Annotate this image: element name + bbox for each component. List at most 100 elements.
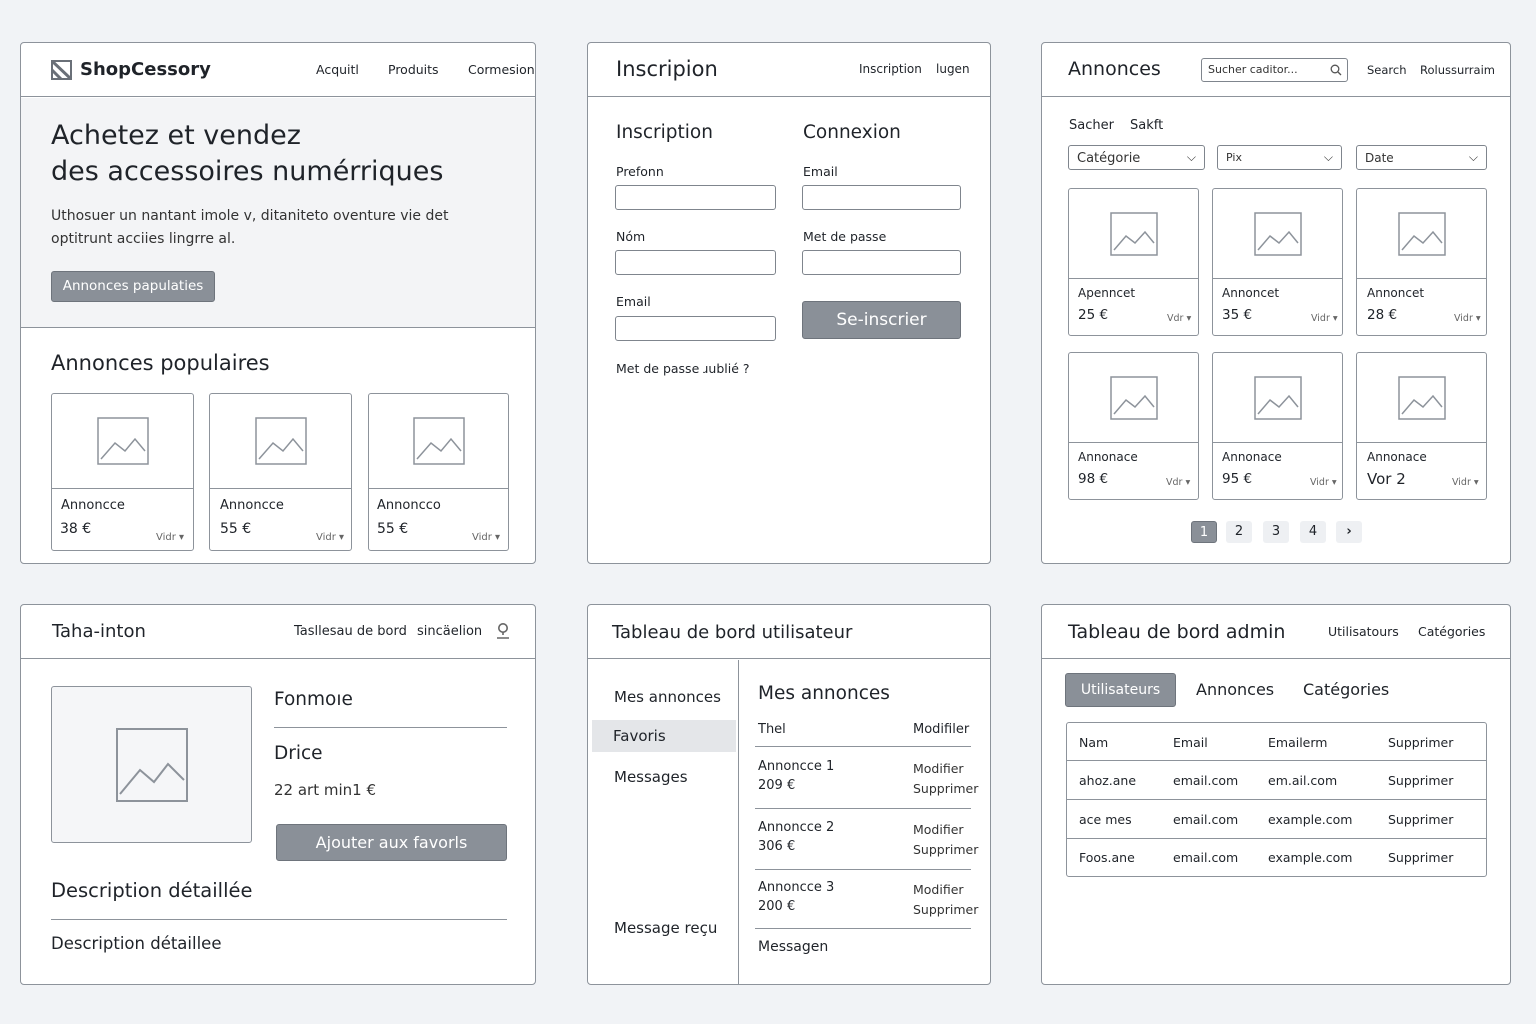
edit-link[interactable]: Modifier — [913, 822, 964, 837]
description-title: Description détaillée — [51, 879, 253, 902]
edit-link[interactable]: Modifier — [913, 882, 964, 897]
users-table: Nam Email Emailerm Supprimer ahoz.ane em… — [1066, 722, 1487, 877]
card-more-link[interactable]: Vdr ▾ — [1167, 313, 1191, 324]
tab-categories[interactable]: Catégories — [1303, 680, 1389, 699]
nav-link-dashboard[interactable]: Tasllesau de bord — [294, 624, 407, 639]
nav-link-rolussurraim[interactable]: Rolussurraim — [1420, 63, 1495, 77]
page-1-button[interactable]: 1 — [1191, 521, 1217, 543]
page-3-button[interactable]: 3 — [1263, 521, 1289, 543]
nav-link-categories[interactable]: Catégories — [1418, 624, 1485, 639]
tab-utilisateurs[interactable]: Utilisateurs — [1065, 673, 1176, 707]
caret-down-icon: ▾ — [1332, 313, 1338, 324]
listing-row-2[interactable]: Annoncce 2 306 € Modifier Supprimer — [758, 820, 978, 865]
delete-user-link[interactable]: Supprimer — [1388, 850, 1453, 865]
user-icon[interactable] — [495, 622, 511, 640]
search-icon[interactable] — [1330, 64, 1342, 76]
sidebar-item-favoris[interactable]: Favoris — [592, 720, 736, 752]
messages-footer[interactable]: Messagen — [758, 939, 828, 955]
table-row: Foos.ane email.com example.com Supprimer — [1067, 839, 1486, 876]
delete-user-link[interactable]: Supprimer — [1388, 773, 1453, 788]
filter-price-select[interactable]: Pix ⌵ — [1217, 145, 1342, 170]
card-title: Annoncce — [61, 498, 125, 513]
card-more-link[interactable]: Vidr ▾ — [1452, 477, 1479, 488]
card-more-link[interactable]: Vidr ▾ — [472, 532, 500, 543]
image-placeholder-icon — [1109, 211, 1158, 256]
page-4-button[interactable]: 4 — [1300, 521, 1326, 543]
card-more-text: Vidr — [1452, 477, 1471, 488]
nav-link-login[interactable]: lugen — [936, 62, 970, 76]
listing-card-3[interactable]: Annoncet 28 € Vidr ▾ — [1356, 188, 1487, 336]
listings-header-title: Annonces — [1068, 58, 1161, 80]
card-more-link[interactable]: Vidr ▾ — [316, 532, 344, 543]
field-label-nom: Nóm — [616, 229, 646, 244]
add-to-favorites-button[interactable]: Ajouter aux favorls — [276, 824, 507, 861]
sidebar-item-messages[interactable]: Messages — [614, 768, 688, 786]
nav-link-inscription[interactable]: Inscription — [859, 62, 922, 76]
listing-card-4[interactable]: Annonace 98 € Vdr ▾ — [1068, 352, 1199, 500]
login-email-input[interactable] — [802, 185, 961, 210]
tab-sakft[interactable]: Sakft — [1130, 118, 1163, 133]
nav-link-cormesion[interactable]: Cormesion — [468, 62, 535, 77]
delete-user-link[interactable]: Supprimer — [1388, 812, 1453, 827]
caret-down-icon: ▾ — [1475, 313, 1481, 324]
card-more-link[interactable]: Vidr ▾ — [1454, 313, 1481, 324]
card-more-text: Vidr — [1454, 313, 1473, 324]
nav-link-produits[interactable]: Produits — [388, 62, 439, 77]
listing-card-5[interactable]: Annonace 95 € Vidr ▾ — [1212, 352, 1343, 500]
home-card-3[interactable]: Annoncco 55 € Vidr ▾ — [368, 393, 509, 551]
hero-button[interactable]: Annonces papulaties — [51, 271, 215, 302]
sidebar-item-message-recu[interactable]: Message reçu — [614, 919, 717, 937]
next-page-chevron-icon[interactable]: › — [1336, 521, 1362, 543]
page-2-button[interactable]: 2 — [1226, 521, 1252, 543]
forgot-password-link[interactable]: Met de passe ɹublié ? — [616, 361, 750, 376]
login-password-input[interactable] — [802, 250, 961, 275]
listing-row-3[interactable]: Annoncce 3 200 € Modifier Supprimer — [758, 880, 978, 925]
field-label-prefonn: Prefonn — [616, 164, 664, 179]
delete-link[interactable]: Supprimer — [913, 902, 978, 917]
search-input[interactable]: Sucher caditor... — [1201, 58, 1348, 82]
listing-row-1[interactable]: Annoncce 1 209 € Modifier Supprimer — [758, 759, 978, 804]
tab-annonces[interactable]: Annonces — [1196, 680, 1274, 699]
chevron-down-icon: ⌵ — [1323, 150, 1333, 164]
card-more-link[interactable]: Vidr ▾ — [1311, 313, 1338, 324]
tab-sacher[interactable]: Sacher — [1069, 118, 1114, 133]
listing-card-1[interactable]: Apenncet 25 € Vdr ▾ — [1068, 188, 1199, 336]
card-more-link[interactable]: Vdr ▾ — [1166, 477, 1190, 488]
nav-link-acquitl[interactable]: Acquitl — [316, 62, 359, 77]
nav-link-search[interactable]: Search — [1367, 63, 1407, 77]
prefonn-input[interactable] — [615, 185, 776, 210]
listing-card-6[interactable]: Annonace Vor 2 Vidr ▾ — [1356, 352, 1487, 500]
listing-card-2[interactable]: Annoncet 35 € Vidr ▾ — [1212, 188, 1343, 336]
caret-down-icon: ▾ — [1331, 477, 1337, 488]
image-placeholder-icon — [1397, 211, 1446, 256]
divider — [274, 727, 507, 729]
delete-link[interactable]: Supprimer — [913, 842, 978, 857]
nom-input[interactable] — [615, 250, 776, 275]
sidebar-item-mes-annonces[interactable]: Mes annonces — [614, 688, 721, 706]
cell-email: email.com — [1173, 850, 1239, 865]
home-header: ShopCessory Acquitl Produits Cormesion — [21, 43, 535, 97]
hero-title-line-2: des accessoires numérriques — [51, 156, 444, 187]
delete-link[interactable]: Supprimer — [913, 781, 978, 796]
filter-date-select[interactable]: Date ⌵ — [1356, 145, 1487, 170]
filter-category-select[interactable]: Catégorie ⌵ — [1068, 145, 1205, 170]
nav-link-utilisatours[interactable]: Utilisatours — [1328, 624, 1399, 639]
nav-link-sincaelion[interactable]: sincäelion — [417, 624, 482, 639]
table-row: ahoz.ane email.com em.ail.com Supprimer — [1067, 761, 1486, 800]
submit-register-button[interactable]: Se-inscrier — [802, 301, 961, 339]
home-card-1[interactable]: Annoncce 38 € Vidr ▾ — [51, 393, 194, 551]
image-placeholder-icon — [96, 417, 149, 465]
register-email-input[interactable] — [615, 316, 776, 341]
price-label: Drice — [274, 743, 323, 764]
image-placeholder-icon — [116, 728, 188, 802]
card-image — [1357, 353, 1486, 443]
card-more-link[interactable]: Vidr ▾ — [156, 532, 184, 543]
edit-link[interactable]: Modifier — [913, 761, 964, 776]
card-more-link[interactable]: Vidr ▾ — [1310, 477, 1337, 488]
home-card-2[interactable]: Annoncce 55 € Vidr ▾ — [209, 393, 352, 551]
caret-down-icon: ▾ — [179, 532, 185, 543]
card-image — [1213, 353, 1342, 443]
divider — [755, 746, 971, 748]
brand-name[interactable]: ShopCessory — [80, 59, 211, 80]
image-placeholder-icon — [1397, 375, 1446, 420]
